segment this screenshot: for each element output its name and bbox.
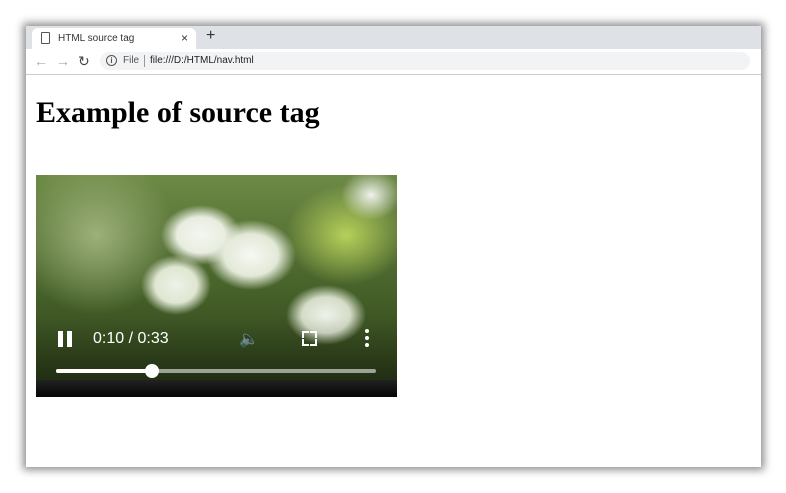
volume-icon[interactable]: 🔈	[239, 329, 259, 349]
fullscreen-icon	[302, 331, 309, 338]
seek-handle[interactable]	[145, 364, 159, 378]
back-button[interactable]: ←	[34, 53, 48, 69]
fullscreen-button[interactable]	[302, 331, 317, 346]
address-bar[interactable]: i File file:///D:/HTML/nav.html	[100, 52, 750, 70]
tab-strip: HTML source tag × +	[26, 26, 761, 49]
pause-icon	[58, 331, 63, 347]
fullscreen-icon	[310, 339, 317, 346]
tab-html-source-tag[interactable]: HTML source tag ×	[32, 28, 196, 49]
divider	[144, 55, 145, 67]
close-tab-icon[interactable]: ×	[181, 31, 188, 45]
browser-window: HTML source tag × + ← → ↻ i File file://…	[26, 26, 761, 467]
pause-icon	[67, 331, 72, 347]
fullscreen-icon	[302, 339, 309, 346]
video-bottom-bar	[36, 380, 397, 397]
page-heading: Example of source tag	[36, 96, 320, 129]
tab-title: HTML source tag	[58, 33, 135, 44]
fullscreen-icon	[310, 331, 317, 338]
scheme-label: File	[123, 55, 140, 66]
pause-button[interactable]	[57, 331, 73, 347]
seek-bar[interactable]	[56, 364, 376, 378]
time-display: 0:10 / 0:33	[93, 330, 169, 347]
info-icon[interactable]: i	[106, 55, 117, 66]
reload-button[interactable]: ↻	[78, 53, 90, 70]
document-icon	[41, 32, 50, 44]
more-options-button[interactable]	[365, 329, 369, 350]
new-tab-button[interactable]: +	[206, 27, 215, 45]
seek-bar-played	[56, 369, 152, 373]
url-text[interactable]: file:///D:/HTML/nav.html	[150, 55, 254, 66]
video-player[interactable]: 0:10 / 0:33 🔈	[36, 175, 397, 397]
forward-button[interactable]: →	[56, 53, 70, 69]
toolbar: ← → ↻ i File file:///D:/HTML/nav.html	[26, 49, 761, 75]
